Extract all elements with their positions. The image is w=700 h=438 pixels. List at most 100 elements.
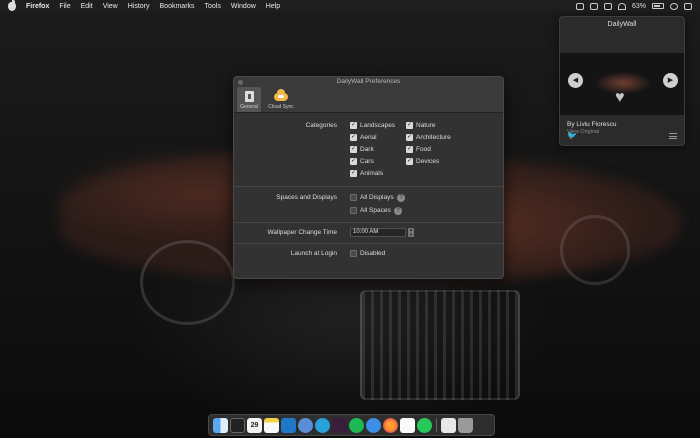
category-animals-label: Animals xyxy=(360,170,384,177)
telegram-icon[interactable] xyxy=(315,417,330,433)
menu-bar: Firefox File Edit View History Bookmarks… xyxy=(0,0,700,12)
menu-tools[interactable]: Tools xyxy=(205,3,221,10)
menu-history[interactable]: History xyxy=(128,3,150,10)
category-aerial-label: Aerial xyxy=(360,134,377,141)
checkbox-cars[interactable]: ✓ xyxy=(350,158,357,165)
battery-icon[interactable] xyxy=(652,3,664,9)
next-wallpaper-button[interactable]: ▶ xyxy=(663,73,678,88)
category-nature-label: Nature xyxy=(416,122,436,129)
wallpaper-car-headlight-right xyxy=(560,215,630,285)
all-spaces-label: All Spaces xyxy=(360,207,391,214)
category-dark[interactable]: ✓ Dark xyxy=(350,146,374,153)
search-icon[interactable] xyxy=(670,2,678,10)
category-landscapes-label: Landscapes xyxy=(360,122,396,129)
checkbox-aerial[interactable]: ✓ xyxy=(350,134,357,141)
tab-cloud-sync[interactable]: Cloud Sync xyxy=(265,87,297,112)
category-food[interactable]: ✓ Food xyxy=(406,146,431,153)
wifi-icon[interactable] xyxy=(617,2,626,10)
checkbox-landscapes[interactable]: ✓ xyxy=(350,122,357,129)
category-cars-label: Cars xyxy=(360,158,374,165)
heart-icon[interactable]: ♥ xyxy=(615,90,625,106)
checkbox-launch-at-login[interactable] xyxy=(350,250,357,257)
category-devices[interactable]: ✓ Devices xyxy=(406,158,439,165)
calendar-icon[interactable]: 29 xyxy=(247,417,262,433)
browser-icon[interactable] xyxy=(298,417,313,433)
slack-alt-icon[interactable] xyxy=(400,417,415,433)
menu-edit[interactable]: Edit xyxy=(81,3,93,10)
spaces-section: Spaces and Displays All Displays ? All S… xyxy=(234,187,503,223)
category-dark-label: Dark xyxy=(360,146,374,153)
category-food-label: Food xyxy=(416,146,431,153)
launch-section: Launch at Login Disabled xyxy=(234,244,503,264)
checkbox-all-displays[interactable] xyxy=(350,194,357,201)
all-spaces-help-button[interactable]: ? xyxy=(394,207,402,215)
category-nature[interactable]: ✓ Nature xyxy=(406,122,436,129)
cloud-icon xyxy=(274,89,288,101)
terminal-icon[interactable] xyxy=(230,417,245,433)
category-aerial[interactable]: ✓ Aerial xyxy=(350,134,377,141)
apple-menu-icon[interactable] xyxy=(8,0,16,11)
categories-label: Categories xyxy=(305,122,337,129)
checkbox-all-spaces[interactable] xyxy=(350,207,357,214)
finder-icon[interactable] xyxy=(213,417,228,433)
vscode-icon[interactable] xyxy=(281,417,296,433)
all-displays-option[interactable]: All Displays xyxy=(350,194,394,201)
menu-view[interactable]: View xyxy=(103,3,118,10)
dailywall-status-icon[interactable] xyxy=(575,2,584,10)
checkbox-nature[interactable]: ✓ xyxy=(406,122,413,129)
slack-icon[interactable] xyxy=(332,417,347,433)
category-architecture-label: Architecture xyxy=(416,134,451,141)
dock: 29 xyxy=(208,414,495,436)
preferences-toolbar: General Cloud Sync xyxy=(234,87,503,113)
preview-icon[interactable] xyxy=(441,417,456,433)
preferences-title: DailyWall Preferences xyxy=(336,78,401,85)
widget-title: DailyWall xyxy=(607,21,637,28)
firefox-icon[interactable] xyxy=(383,417,398,433)
menu-window[interactable]: Window xyxy=(231,3,256,10)
preferences-window: DailyWall Preferences General Cloud Sync… xyxy=(233,76,504,279)
launch-at-login-option[interactable]: Disabled xyxy=(350,250,385,257)
menu-help[interactable]: Help xyxy=(266,3,280,10)
menu-list-icon[interactable] xyxy=(669,133,677,139)
general-icon xyxy=(244,91,254,102)
wallpaper-car-headlight-left xyxy=(140,240,235,325)
spotify-icon[interactable] xyxy=(349,417,364,433)
preferences-titlebar[interactable]: DailyWall Preferences xyxy=(234,77,503,87)
widget-author[interactable]: By Liviu Florescu xyxy=(567,121,617,128)
screen-status-icon[interactable] xyxy=(589,2,598,10)
safari-icon[interactable] xyxy=(366,417,381,433)
battery-percent: 63% xyxy=(631,2,646,10)
wallpaper-car-grille xyxy=(360,290,520,400)
checkbox-dark[interactable]: ✓ xyxy=(350,146,357,153)
network-status-icon[interactable] xyxy=(603,2,612,10)
checkbox-food[interactable]: ✓ xyxy=(406,146,413,153)
launch-label: Launch at Login xyxy=(290,250,337,257)
wallpaper-time-input[interactable]: 10:00 AM xyxy=(350,228,406,237)
tab-general-label: General xyxy=(240,104,258,110)
category-animals[interactable]: ✓ Animals xyxy=(350,170,383,177)
launch-option-label: Disabled xyxy=(360,250,386,257)
checkbox-architecture[interactable]: ✓ xyxy=(406,134,413,141)
category-landscapes[interactable]: ✓ Landscapes xyxy=(350,122,395,129)
trash-icon[interactable] xyxy=(458,417,473,433)
control-center-icon[interactable] xyxy=(684,2,692,10)
previous-wallpaper-button[interactable]: ◀ xyxy=(568,73,583,88)
checkbox-devices[interactable]: ✓ xyxy=(406,158,413,165)
whatsapp-icon[interactable] xyxy=(417,417,432,433)
category-cars[interactable]: ✓ Cars xyxy=(350,158,374,165)
all-spaces-option[interactable]: All Spaces xyxy=(350,207,391,214)
window-close-button[interactable] xyxy=(238,80,243,85)
checkbox-animals[interactable]: ✓ xyxy=(350,170,357,177)
wallpaper-time-label: Wallpaper Change Time xyxy=(267,229,338,236)
menu-bookmarks[interactable]: Bookmarks xyxy=(160,3,195,10)
all-displays-label: All Displays xyxy=(360,194,394,201)
tab-cloud-sync-label: Cloud Sync xyxy=(268,104,294,110)
time-stepper[interactable]: ▲ ▼ xyxy=(408,227,414,237)
tab-general[interactable]: General xyxy=(237,87,261,112)
category-architecture[interactable]: ✓ Architecture xyxy=(406,134,451,141)
all-displays-help-button[interactable]: ? xyxy=(397,194,405,202)
menu-app-name[interactable]: Firefox xyxy=(26,3,49,10)
twitter-icon[interactable]: 🐦 xyxy=(567,131,577,140)
notes-icon[interactable] xyxy=(264,417,279,433)
menu-file[interactable]: File xyxy=(59,3,70,10)
